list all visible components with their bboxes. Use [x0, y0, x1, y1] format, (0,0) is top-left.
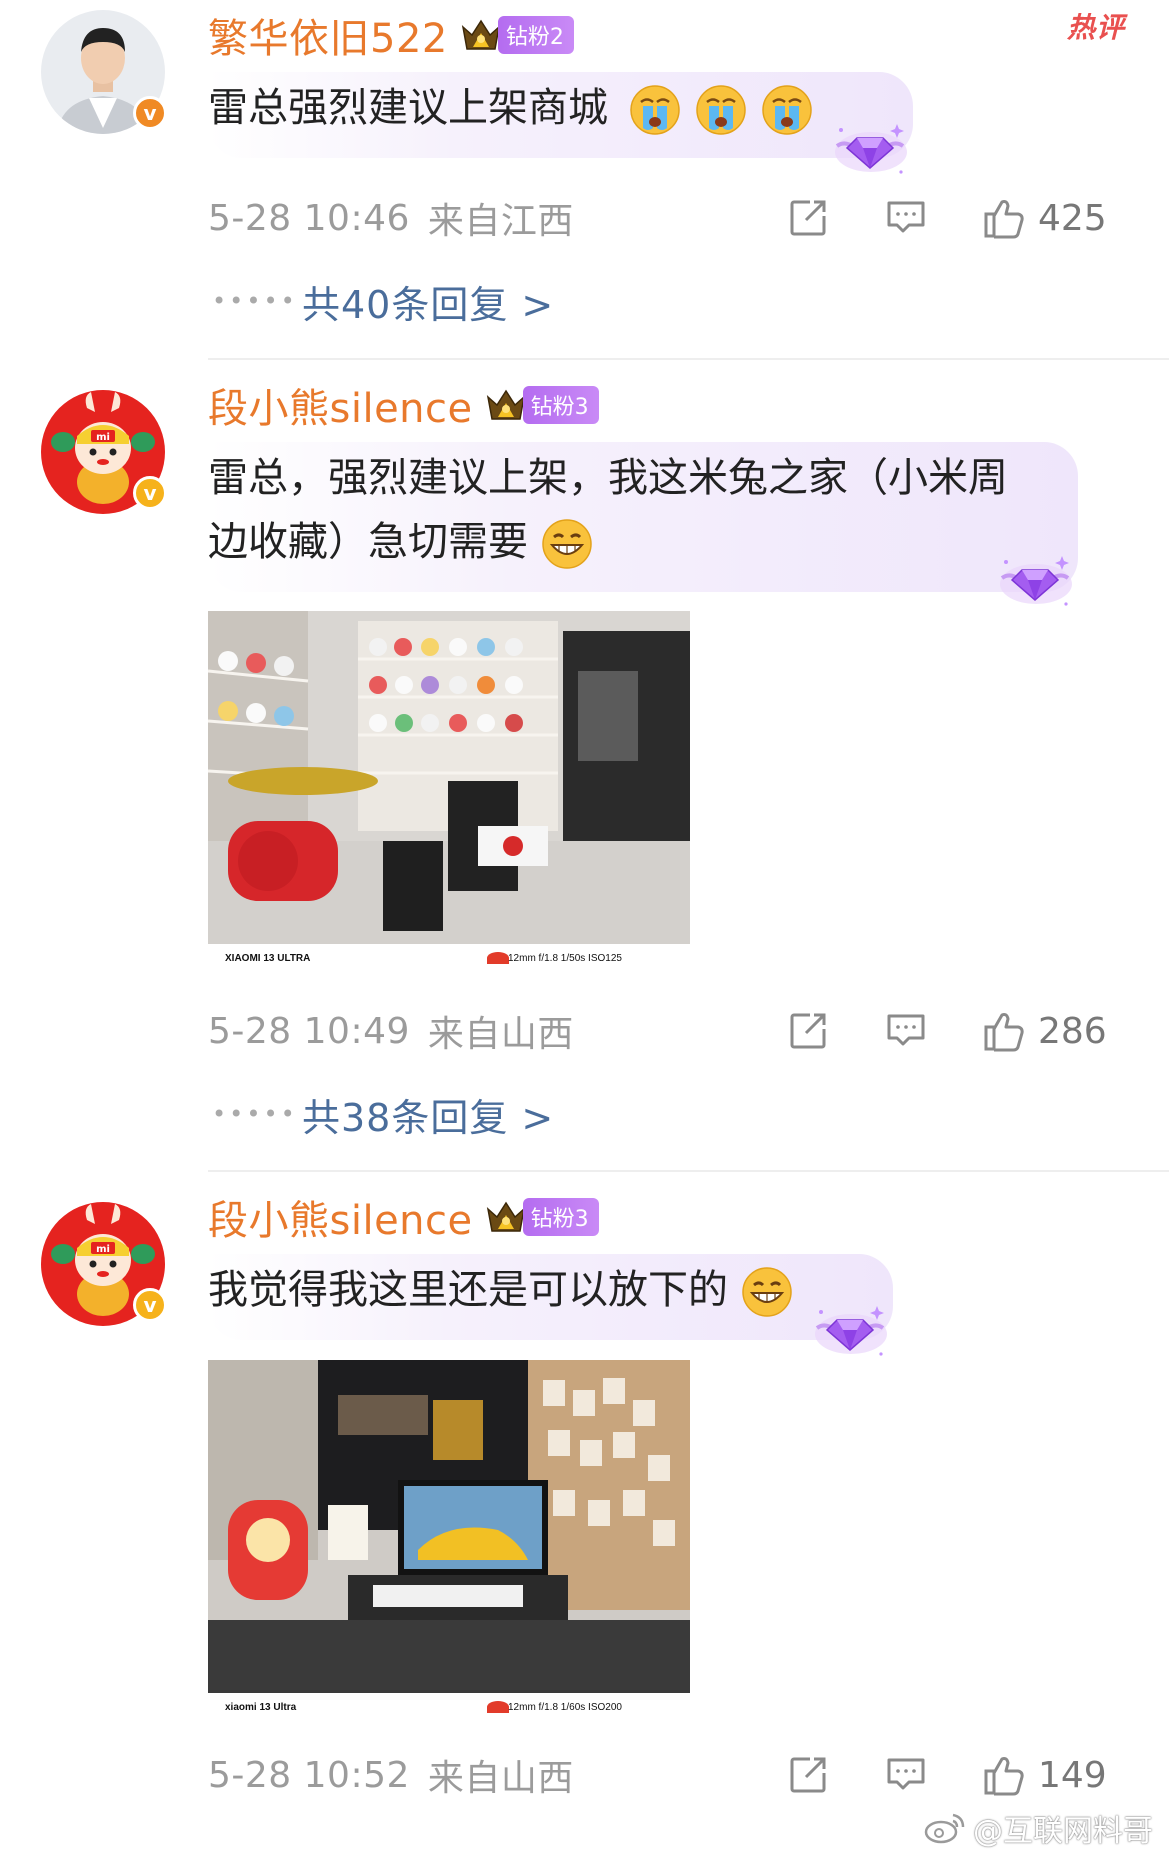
divider — [208, 1170, 1169, 1172]
timestamp: 5-28 10:46 — [208, 197, 410, 239]
fan-level-badge[interactable]: 钻粉3 — [485, 1198, 599, 1236]
like-count: 286 — [1038, 1010, 1107, 1052]
avatar[interactable]: v — [41, 10, 167, 134]
fan-level-label: 钻粉3 — [522, 386, 599, 424]
weibo-logo-icon — [924, 1813, 965, 1844]
comment-meta: 5-28 10:49 来自山西 286 — [208, 1007, 1149, 1056]
crying-emoji-icon — [695, 84, 747, 136]
grinning-emoji-icon — [741, 1266, 793, 1318]
dots-icon: ••••• — [212, 287, 298, 315]
comment-photo[interactable]: XIAOMI 13 ULTRA 12mm f/1.8 1/50s ISO125 — [208, 611, 690, 971]
camera-settings: 12mm f/1.8 1/60s ISO200 — [508, 1702, 622, 1713]
like-count: 149 — [1038, 1754, 1107, 1796]
crying-emoji-icon — [761, 84, 813, 136]
diamond-gem-icon — [811, 1298, 889, 1360]
divider — [208, 358, 1169, 360]
camera-brand: xiaomi 13 Ultra — [225, 1702, 297, 1713]
comment-text-line: 雷总，强烈建议上架，我这米兔之家（小米周 — [208, 455, 1008, 501]
comment-text-line: 边收藏）急切需要 — [208, 519, 528, 565]
timestamp: 5-28 10:52 — [208, 1754, 410, 1796]
comment-text-bubble: 我觉得我这里还是可以放下的 — [208, 1254, 893, 1340]
avatar[interactable]: mi v — [41, 1202, 167, 1326]
crown-icon — [485, 1199, 527, 1235]
watermark-text: @互联网料哥 — [973, 1814, 1153, 1849]
camera-settings: 12mm f/1.8 1/50s ISO125 — [508, 953, 622, 964]
comment-icon[interactable] — [884, 196, 928, 240]
share-icon[interactable] — [786, 1753, 830, 1797]
location: 来自江西 — [427, 201, 574, 242]
comment-text: 我觉得我这里还是可以放下的 — [208, 1267, 728, 1313]
diamond-gem-icon — [996, 548, 1074, 610]
replies-row[interactable]: ••••• 共40条回复 > — [212, 278, 554, 327]
avatar[interactable]: mi v — [41, 390, 167, 514]
emoji-group — [629, 84, 813, 136]
share-icon[interactable] — [786, 1009, 830, 1053]
comment-text-bubble: 雷总，强烈建议上架，我这米兔之家（小米周 边收藏）急切需要 — [208, 442, 1078, 592]
dots-icon: ••••• — [212, 1100, 298, 1128]
fan-level-label: 钻粉2 — [497, 16, 574, 54]
diamond-gem-icon — [831, 116, 909, 178]
svg-text:mi: mi — [96, 1244, 110, 1255]
watermark: @互联网料哥 — [923, 1806, 1153, 1850]
view-replies-link[interactable]: 共40条回复 > — [302, 274, 554, 329]
fan-level-badge[interactable]: 钻粉3 — [485, 386, 599, 424]
comment-card: mi v 段小熊silence 钻粉3 我觉得我这里还是可以放下的 xiaomi… — [0, 1182, 1169, 1856]
verified-badge-icon: v — [133, 1288, 167, 1322]
photo-desk-setup — [208, 1360, 690, 1693]
comment-card: mi v 段小熊silence 钻粉3 雷总，强烈建议上架，我这米兔之家（小米周… — [0, 370, 1169, 1170]
like-icon[interactable] — [980, 1751, 1028, 1799]
grinning-emoji-icon — [541, 518, 593, 570]
comment-meta: 5-28 10:52 来自山西 149 — [208, 1751, 1149, 1800]
verified-badge-icon: v — [133, 476, 167, 510]
like-count: 425 — [1038, 197, 1107, 239]
photo-caption: XIAOMI 13 ULTRA 12mm f/1.8 1/50s ISO125 — [208, 944, 690, 971]
comment-icon[interactable] — [884, 1009, 928, 1053]
comment-icon[interactable] — [884, 1753, 928, 1797]
leica-dot-icon — [487, 1701, 509, 1713]
comment-photo[interactable]: xiaomi 13 Ultra 12mm f/1.8 1/60s ISO200 — [208, 1360, 690, 1720]
comment-card: v 繁华依旧522 钻粉2 雷总强烈建议上架商城 热评 5-28 10:46 来… — [0, 0, 1169, 360]
replies-row[interactable]: ••••• 共38条回复 > — [212, 1091, 554, 1140]
username[interactable]: 段小熊silence — [208, 1188, 473, 1246]
location: 来自山西 — [427, 1014, 574, 1055]
location: 来自山西 — [427, 1758, 574, 1799]
camera-brand: XIAOMI 13 ULTRA — [225, 953, 311, 964]
share-icon[interactable] — [786, 196, 830, 240]
leica-dot-icon — [487, 952, 509, 964]
fan-level-label: 钻粉3 — [522, 1198, 599, 1236]
comment-text: 雷总强烈建议上架商城 — [208, 85, 608, 131]
crying-emoji-icon — [629, 84, 681, 136]
comment-text-bubble: 雷总强烈建议上架商城 — [208, 72, 913, 158]
like-icon[interactable] — [980, 194, 1028, 242]
crown-icon — [485, 387, 527, 423]
photo-caption: xiaomi 13 Ultra 12mm f/1.8 1/60s ISO200 — [208, 1693, 690, 1720]
hot-comment-tag: 热评 — [1066, 11, 1125, 44]
fan-level-badge[interactable]: 钻粉2 — [460, 16, 574, 54]
photo-collection-room — [208, 611, 690, 944]
username[interactable]: 繁华依旧522 — [208, 6, 448, 64]
comment-meta: 5-28 10:46 来自江西 425 — [208, 194, 1149, 243]
timestamp: 5-28 10:49 — [208, 1010, 410, 1052]
like-icon[interactable] — [980, 1007, 1028, 1055]
username[interactable]: 段小熊silence — [208, 376, 473, 434]
svg-text:mi: mi — [96, 432, 110, 443]
crown-icon — [460, 17, 502, 53]
view-replies-link[interactable]: 共38条回复 > — [302, 1087, 554, 1142]
verified-badge-icon: v — [133, 96, 167, 130]
